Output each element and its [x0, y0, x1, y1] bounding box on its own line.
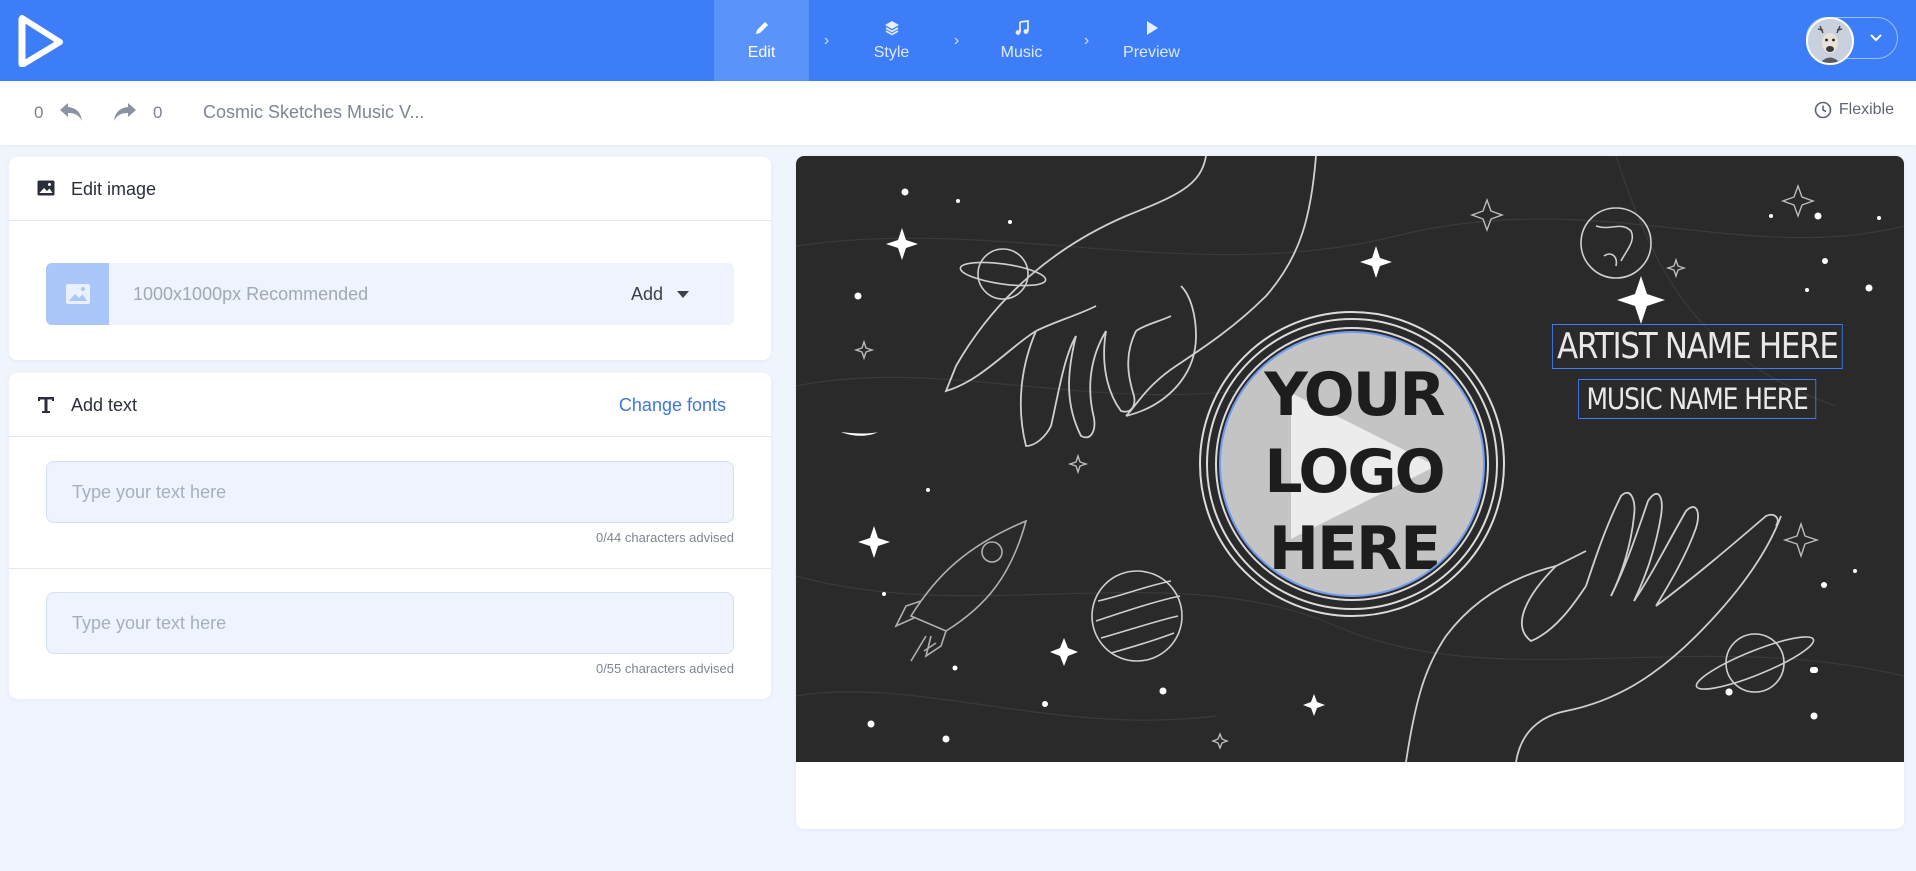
add-text-header: Add text Change fonts	[9, 373, 771, 437]
redo-icon[interactable]	[112, 100, 138, 124]
music-name-text[interactable]: MUSIC NAME HERE	[1578, 379, 1817, 419]
step-separator-1: ›	[823, 31, 830, 49]
image-thumbnail[interactable]	[46, 263, 109, 325]
image-icon	[37, 180, 55, 196]
edit-image-title: Edit image	[71, 179, 157, 199]
step-music[interactable]: Music	[974, 0, 1069, 81]
add-image-dropdown[interactable]: Add	[631, 284, 690, 305]
text-field-2[interactable]: Type your text here	[46, 592, 734, 654]
add-text-panel: Add text Change fonts Type your text her…	[9, 373, 771, 699]
artist-name-text[interactable]: ARTIST NAME HERE	[1552, 324, 1843, 369]
image-placeholder-icon	[65, 284, 90, 304]
logo-placeholder[interactable]: YOUR LOGO HERE	[1219, 331, 1485, 597]
pencil-icon	[755, 21, 768, 34]
text-field-1[interactable]: Type your text here	[46, 461, 734, 523]
logo-text: YOUR LOGO HERE	[1221, 357, 1483, 588]
layers-icon	[884, 20, 899, 35]
text-icon	[38, 397, 54, 413]
step-edit-label: Edit	[747, 43, 776, 61]
logo-line-2: LOGO	[1264, 437, 1445, 507]
caret-down-icon	[677, 290, 690, 298]
play-icon	[1146, 20, 1158, 35]
redo-count: 0	[153, 103, 163, 122]
text-fields-divider	[9, 568, 771, 569]
image-size-placeholder: 1000x1000px Recommended	[133, 284, 369, 304]
change-fonts-link[interactable]: Change fonts	[619, 395, 726, 416]
clock-icon	[1814, 101, 1832, 119]
duration-setting[interactable]: Flexible	[1814, 101, 1894, 119]
step-preview-label: Preview	[1123, 43, 1180, 61]
duration-label: Flexible	[1838, 101, 1894, 118]
deer-avatar-icon	[1808, 19, 1852, 63]
add-image-label: Add	[631, 284, 664, 304]
video-preview-canvas[interactable]: YOUR LOGO HERE	[796, 156, 1904, 762]
add-text-title: Add text	[71, 395, 138, 415]
logo-line-1: YOUR	[1264, 360, 1445, 430]
step-edit[interactable]: Edit	[714, 0, 809, 81]
step-music-label: Music	[1000, 43, 1043, 61]
edit-image-header: Edit image	[9, 157, 771, 221]
text-field-1-hint: 0/44 characters advised	[595, 530, 734, 545]
editor-toolbar: 0 0 Cosmic Sketches Music V... Flexible	[0, 81, 1916, 145]
avatar	[1806, 17, 1854, 65]
step-style-label: Style	[873, 43, 910, 61]
undo-count: 0	[34, 103, 44, 122]
music-note-icon	[1015, 19, 1029, 35]
text-field-2-hint: 0/55 characters advised	[595, 661, 734, 676]
image-upload-row[interactable]: 1000x1000px Recommended Add	[46, 263, 734, 325]
step-style[interactable]: Style	[844, 0, 939, 81]
step-preview[interactable]: Preview	[1104, 0, 1199, 81]
logo-line-3: HERE	[1268, 514, 1441, 584]
project-title[interactable]: Cosmic Sketches Music V...	[203, 102, 424, 123]
user-menu-button[interactable]	[1806, 17, 1898, 65]
undo-icon[interactable]	[58, 100, 84, 124]
top-navigation-bar: Edit › Style › Music › Preview	[0, 0, 1916, 81]
edit-image-panel: Edit image 1000x1000px Recommended Add	[9, 157, 771, 360]
step-separator-3: ›	[1083, 31, 1090, 49]
app-logo-icon[interactable]	[18, 15, 64, 67]
step-separator-2: ›	[953, 31, 960, 49]
editor-steps: Edit › Style › Music › Preview	[714, 0, 1199, 81]
chevron-down-icon	[1870, 34, 1882, 42]
